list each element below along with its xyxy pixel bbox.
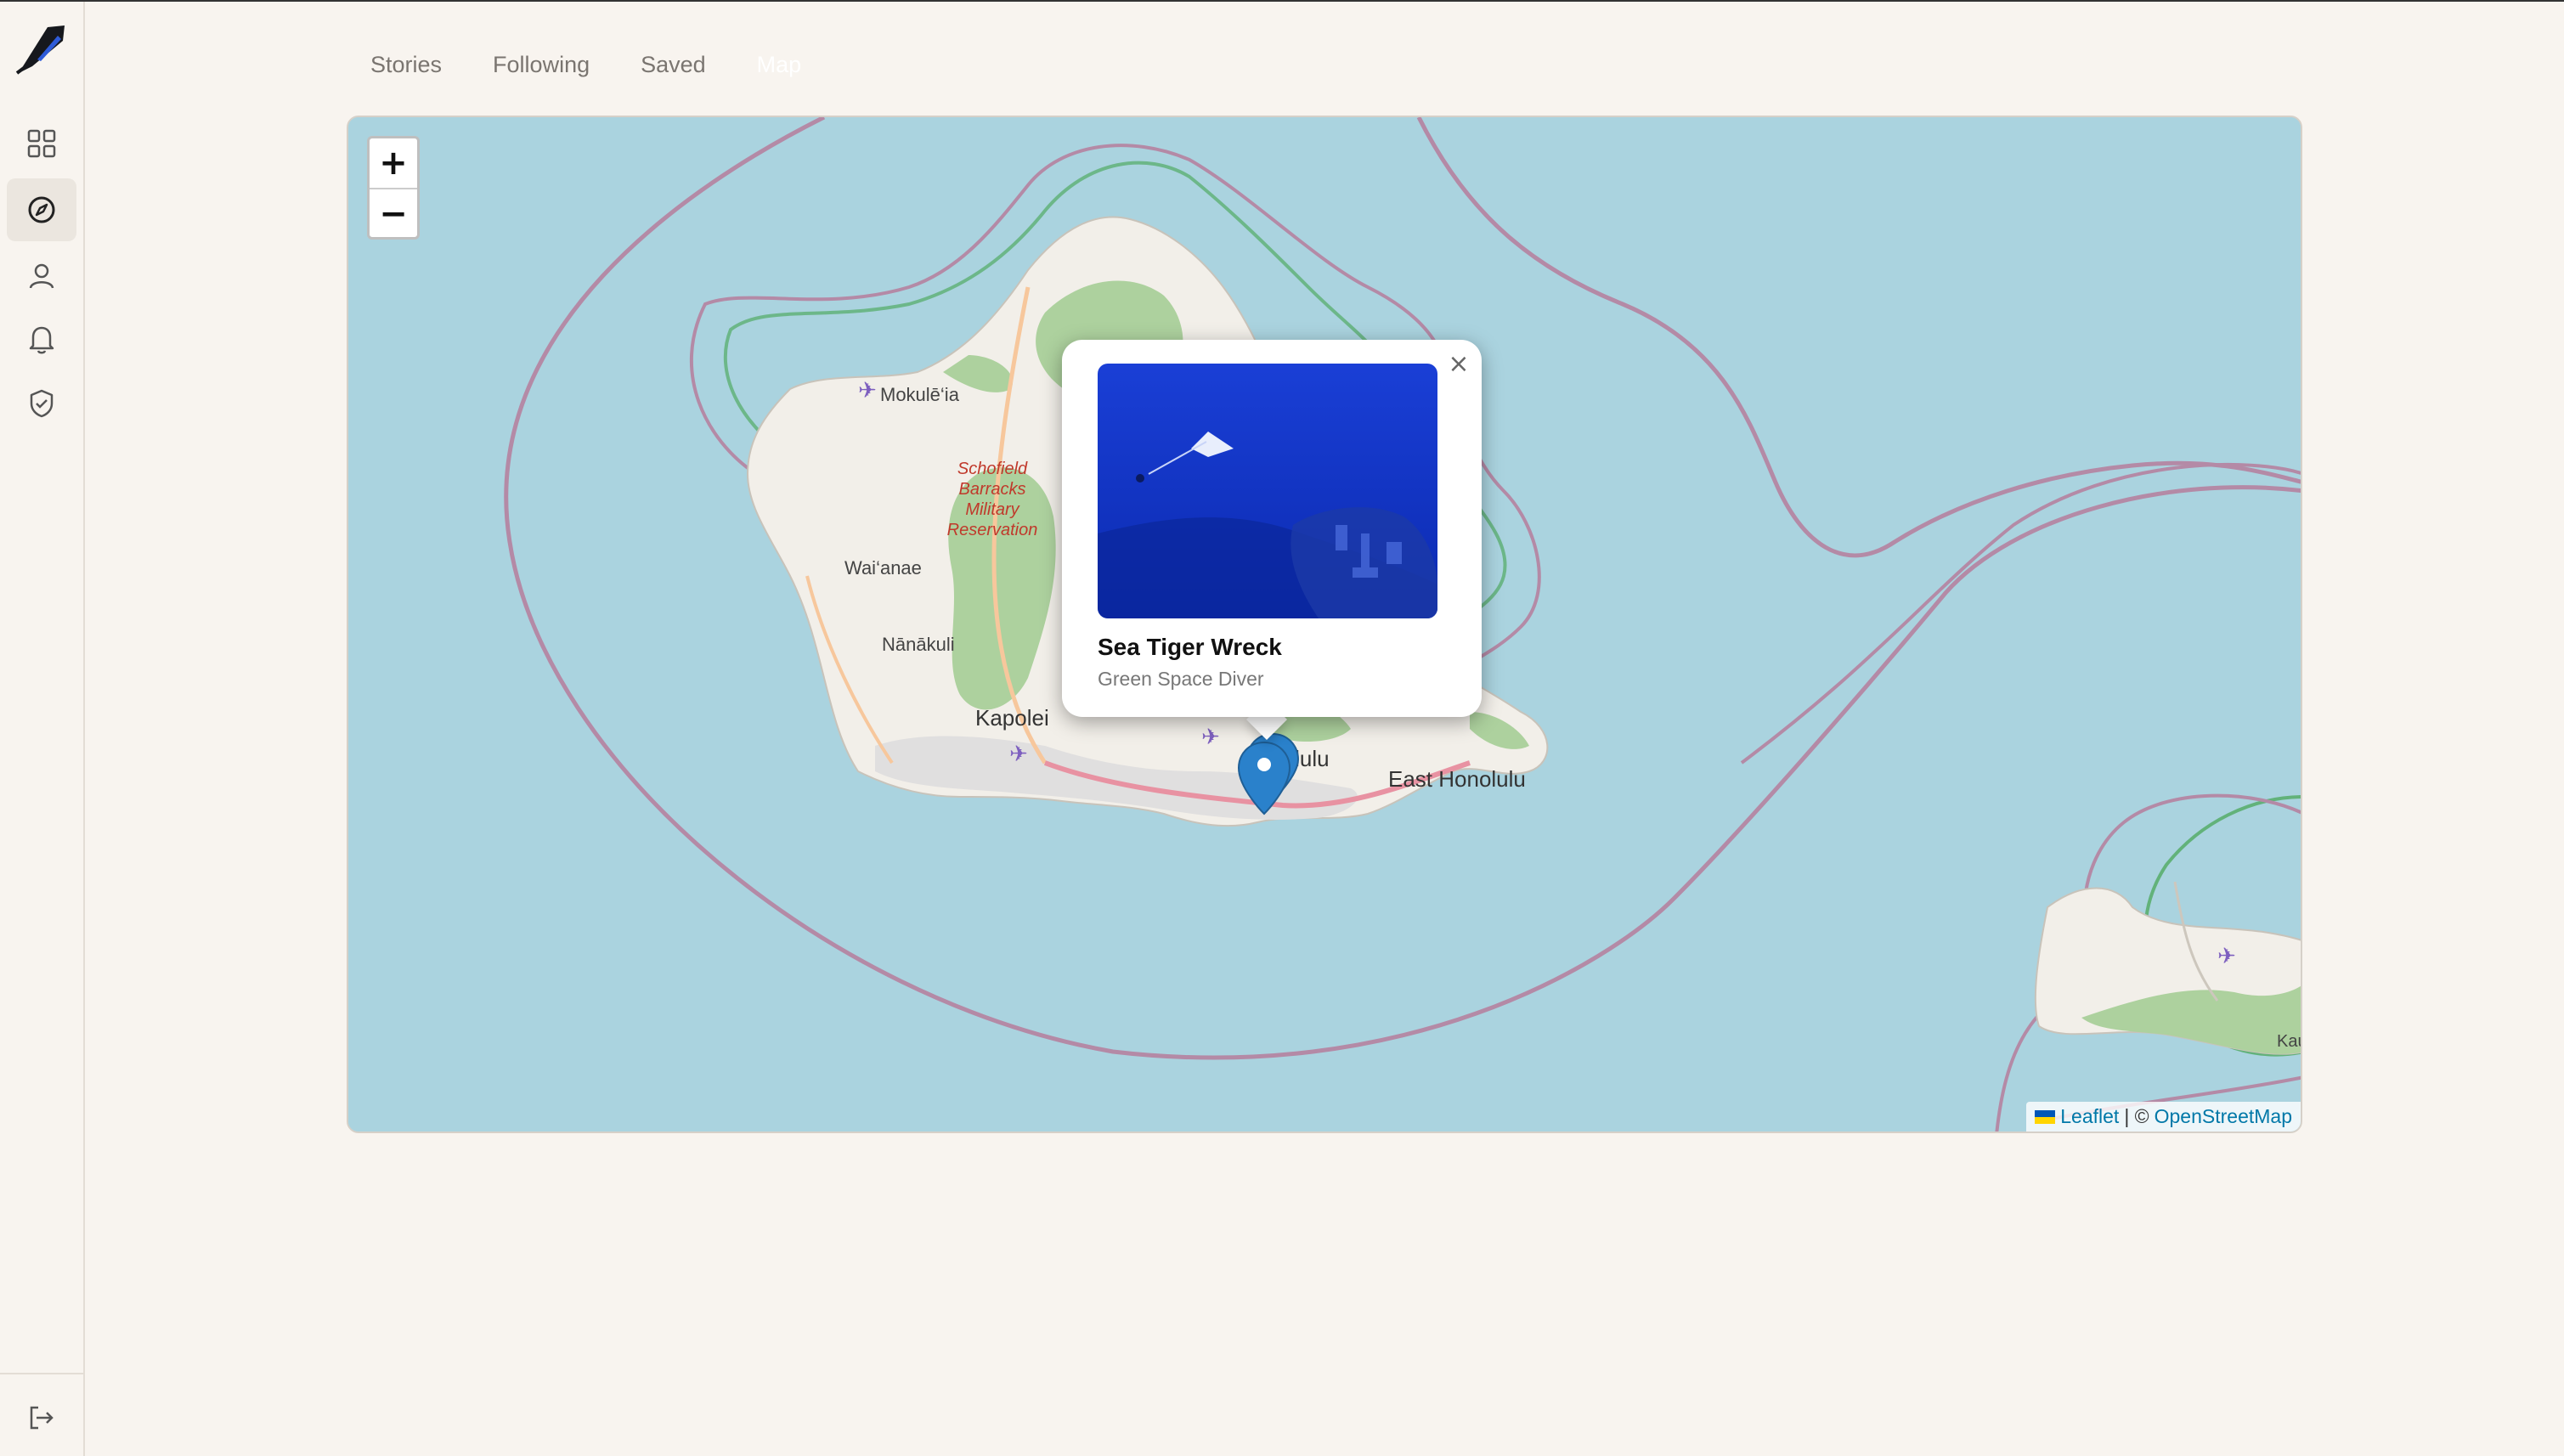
ukraine-flag-icon xyxy=(2035,1109,2056,1124)
svg-text:✈: ✈ xyxy=(1201,725,1220,750)
popup-content: × Sea Tiger Wreck Green Space Diver xyxy=(1062,340,1482,717)
sidebar-item-dashboard[interactable] xyxy=(7,112,76,175)
map-attribution: Leaflet | © OpenStreetMap xyxy=(2026,1102,2301,1132)
zoom-out-button[interactable]: − xyxy=(370,189,417,237)
zoom-in-button[interactable]: + xyxy=(370,138,417,188)
shield-icon xyxy=(30,389,54,418)
label-mokuleia: Mokulē‘ia xyxy=(880,384,960,405)
sidebar-divider xyxy=(0,1373,83,1374)
openstreetmap-link[interactable]: OpenStreetMap xyxy=(2155,1105,2292,1128)
compass-icon xyxy=(28,196,55,223)
svg-text:✈: ✈ xyxy=(1009,742,1028,767)
label-kapolei: Kapolei xyxy=(975,705,1049,731)
tab-saved[interactable]: Saved xyxy=(641,48,706,82)
tab-following[interactable]: Following xyxy=(493,48,590,82)
sidebar-item-security[interactable] xyxy=(7,372,76,435)
svg-text:✈: ✈ xyxy=(2217,944,2236,969)
label-kau: Kau xyxy=(2277,1032,2302,1051)
attribution-separator: | © xyxy=(2124,1105,2149,1127)
label-schofield-4: Reservation xyxy=(947,521,1038,539)
tab-bar: Stories Following Saved Map xyxy=(370,48,852,82)
label-schofield-1: Schofield xyxy=(957,460,1028,478)
popup-subtitle: Green Space Diver xyxy=(1098,668,1264,690)
label-schofield-2: Barracks xyxy=(959,480,1026,499)
close-icon[interactable]: × xyxy=(1446,352,1471,377)
sidebar-item-profile[interactable] xyxy=(7,245,76,308)
popup-image[interactable] xyxy=(1098,364,1437,618)
top-border xyxy=(0,0,2564,2)
tab-stories[interactable]: Stories xyxy=(370,48,442,82)
label-waianae: Wai‘anae xyxy=(844,557,922,578)
logo-icon[interactable] xyxy=(15,22,68,75)
zoom-control: + − xyxy=(367,136,420,240)
logout-icon xyxy=(30,1406,54,1430)
popup-title: Sea Tiger Wreck xyxy=(1098,634,1282,660)
logout-button[interactable] xyxy=(7,1386,76,1449)
bell-icon xyxy=(29,326,54,354)
label-nanakuli: Nānākuli xyxy=(882,634,955,655)
leaflet-link[interactable]: Leaflet xyxy=(2060,1105,2119,1128)
sidebar-item-notifications[interactable] xyxy=(7,308,76,370)
sidebar-item-explore[interactable] xyxy=(7,178,76,241)
svg-text:✈: ✈ xyxy=(858,378,877,404)
sidebar xyxy=(0,2,85,1456)
label-schofield-3: Military xyxy=(965,500,1019,519)
label-east-honolulu: East Honolulu xyxy=(1388,766,1526,792)
tab-map[interactable]: Map xyxy=(757,48,802,82)
user-icon xyxy=(29,263,54,289)
grid-icon xyxy=(27,129,56,158)
